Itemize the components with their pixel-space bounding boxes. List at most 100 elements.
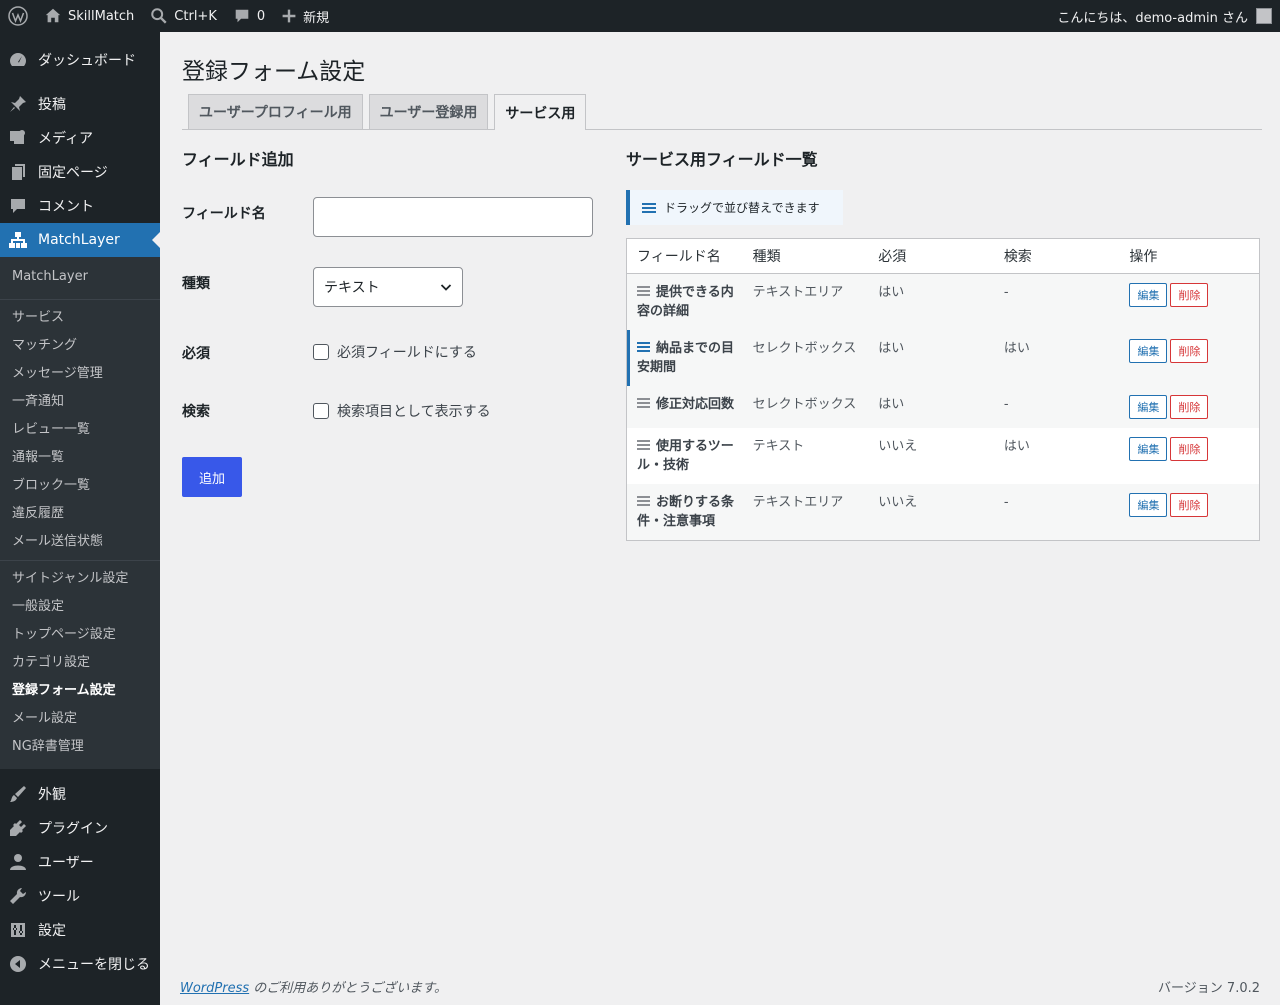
wp-logo-icon[interactable]: [0, 0, 36, 32]
edit-button[interactable]: 編集: [1129, 493, 1168, 517]
field-type: テキストエリア: [752, 495, 844, 510]
delete-button[interactable]: 削除: [1170, 395, 1209, 419]
menu-label: ツール: [38, 889, 80, 905]
menu-comments[interactable]: コメント: [0, 189, 160, 223]
new-label: 新規: [303, 10, 330, 26]
greeting[interactable]: こんにちは、demo-admin さん: [1057, 7, 1248, 26]
plus-icon: [282, 9, 296, 23]
menu-label: 外観: [38, 787, 66, 803]
menu-label: メニューを閉じる: [38, 957, 150, 973]
menu-matchlayer[interactable]: MatchLayer: [0, 223, 160, 257]
edit-button[interactable]: 編集: [1129, 339, 1168, 363]
avatar[interactable]: [1256, 8, 1272, 24]
submenu-item[interactable]: NG辞書管理: [0, 733, 160, 761]
table-row[interactable]: 納品までの目 安期間 セレクトボックス はい はい 編集 削除: [627, 330, 1259, 386]
type-label: 種類: [182, 276, 210, 292]
delete-button[interactable]: 削除: [1170, 493, 1209, 517]
submenu-item[interactable]: メール設定: [0, 705, 160, 733]
menu-label: 投稿: [38, 97, 66, 113]
field-name: 容の詳細: [637, 304, 690, 319]
edit-button[interactable]: 編集: [1129, 437, 1168, 461]
tab-user-profile[interactable]: ユーザープロフィール用: [188, 94, 363, 129]
drag-handle-icon[interactable]: [637, 437, 650, 456]
menu-collapse[interactable]: メニューを閉じる: [0, 947, 160, 981]
submenu-item[interactable]: サービス: [0, 304, 160, 332]
required-option: 必須フィールドにする: [313, 342, 477, 362]
admin-bar: SkillMatch Ctrl+K 0 新規 こんにちは、demo-admin …: [0, 0, 1280, 32]
search-checkbox-label[interactable]: 検索項目として表示する: [337, 401, 491, 421]
submenu-item[interactable]: レビュー一覧: [0, 416, 160, 444]
submenu-item[interactable]: サイトジャンル設定: [0, 565, 160, 593]
site-name-link[interactable]: SkillMatch: [36, 0, 142, 32]
menu-media[interactable]: メディア: [0, 121, 160, 155]
drag-handle-icon[interactable]: [637, 339, 650, 358]
tab-service[interactable]: サービス用: [494, 94, 587, 130]
field-name: 納品までの目: [656, 341, 735, 356]
type-select[interactable]: テキスト: [313, 267, 463, 307]
footer-thanks: のご利用ありがとうございます。: [249, 981, 447, 996]
edit-button[interactable]: 編集: [1129, 283, 1168, 307]
drag-handle-icon[interactable]: [637, 493, 650, 512]
add-field-title: フィールド追加: [182, 150, 294, 169]
search-shortcut-label: Ctrl+K: [174, 8, 217, 24]
required-label: 必須: [182, 346, 210, 362]
add-button[interactable]: 追加: [182, 457, 242, 497]
menu-pages[interactable]: 固定ページ: [0, 155, 160, 189]
table-row[interactable]: お断りする条 件・注意事項 テキストエリア いいえ - 編集 削除: [627, 484, 1259, 540]
drag-handle-icon[interactable]: [637, 395, 650, 414]
submenu-item[interactable]: マッチング: [0, 332, 160, 360]
menu-label: 固定ページ: [38, 165, 108, 181]
submenu-item[interactable]: メッセージ管理: [0, 360, 160, 388]
required-checkbox-label[interactable]: 必須フィールドにする: [337, 342, 477, 362]
submenu-item[interactable]: MatchLayer: [0, 263, 160, 291]
drag-notice-text: ドラッグで並び替えできます: [664, 201, 820, 215]
submenu-item[interactable]: 一斉通知: [0, 388, 160, 416]
field-search: はい: [1003, 341, 1030, 356]
drag-handle-icon: [642, 202, 656, 213]
new-content-link[interactable]: 新規: [273, 0, 337, 32]
drag-handle-icon[interactable]: [637, 283, 650, 302]
comments-count: 0: [256, 8, 266, 24]
submenu-item[interactable]: 一般設定: [0, 593, 160, 621]
submenu-item[interactable]: トップページ設定: [0, 621, 160, 649]
table-row[interactable]: 提供できる内 容の詳細 テキストエリア はい - 編集 削除: [627, 274, 1259, 330]
wordpress-link[interactable]: WordPress: [180, 981, 249, 996]
submenu-item[interactable]: メール送信状態: [0, 528, 160, 556]
field-name: 件・注意事項: [637, 514, 716, 529]
submenu-item[interactable]: カテゴリ設定: [0, 649, 160, 677]
search-shortcut[interactable]: Ctrl+K: [142, 0, 225, 32]
submenu-item[interactable]: 通報一覧: [0, 444, 160, 472]
plugin-icon: [10, 820, 26, 836]
field-name-input[interactable]: [313, 197, 593, 237]
menu-label: 設定: [38, 923, 66, 939]
comments-link[interactable]: 0: [225, 0, 273, 32]
search-label: 検索: [182, 404, 210, 420]
delete-button[interactable]: 削除: [1170, 437, 1209, 461]
version-text: バージョン 7.0.2: [1158, 981, 1260, 996]
delete-button[interactable]: 削除: [1170, 339, 1209, 363]
field-type: テキスト: [752, 439, 805, 454]
menu-tools[interactable]: ツール: [0, 879, 160, 913]
search-checkbox[interactable]: [313, 403, 329, 419]
header-type: 種類: [752, 249, 781, 265]
menu-appearance[interactable]: 外観: [0, 777, 160, 811]
edit-button[interactable]: 編集: [1129, 395, 1168, 419]
header-required: 必須: [878, 249, 907, 265]
brush-icon: [10, 786, 26, 802]
field-search: -: [1003, 397, 1009, 412]
table-row[interactable]: 使用するツー ル・技術 テキスト いいえ はい 編集 削除: [627, 428, 1259, 484]
required-checkbox[interactable]: [313, 344, 329, 360]
delete-button[interactable]: 削除: [1170, 283, 1209, 307]
table-row[interactable]: 修正対応回数 セレクトボックス はい - 編集 削除: [627, 386, 1259, 428]
submenu-item-current[interactable]: 登録フォーム設定: [0, 677, 160, 705]
tab-user-registration[interactable]: ユーザー登録用: [368, 94, 489, 129]
submenu-item[interactable]: 違反履歴: [0, 500, 160, 528]
menu-label: ユーザー: [38, 855, 94, 871]
menu-dashboard[interactable]: ダッシュボード: [0, 43, 160, 77]
menu-posts[interactable]: 投稿: [0, 87, 160, 121]
search-option: 検索項目として表示する: [313, 401, 491, 421]
submenu-item[interactable]: ブロック一覧: [0, 472, 160, 500]
menu-settings[interactable]: 設定: [0, 913, 160, 947]
menu-plugins[interactable]: プラグイン: [0, 811, 160, 845]
menu-users[interactable]: ユーザー: [0, 845, 160, 879]
